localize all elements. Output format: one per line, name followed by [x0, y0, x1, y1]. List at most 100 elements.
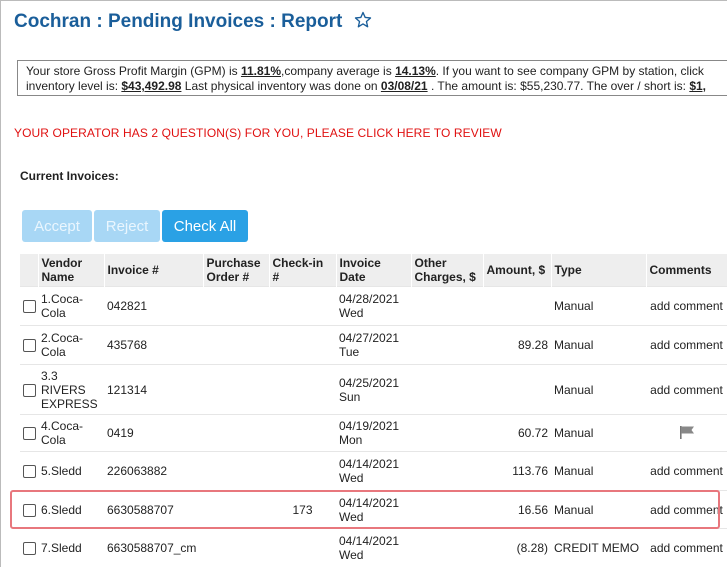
add-comment-link[interactable]: add comment: [646, 364, 727, 415]
table-header-row: Vendor Name Invoice # Purchase Order # C…: [20, 254, 727, 287]
table-row: 5.Sledd 226063882 04/14/2021 Wed 113.76 M…: [20, 451, 727, 491]
po-cell: [203, 528, 269, 567]
amount-cell: [483, 364, 551, 415]
table-row: 7.Sledd 6630588707_cm 04/14/2021 Wed (8.2…: [20, 528, 727, 567]
date-cell: 04/14/2021 Wed: [336, 528, 411, 567]
row-checkbox[interactable]: [23, 465, 36, 479]
store-gpm-link[interactable]: 11.81%: [241, 64, 281, 78]
gpm-text: . If you want to see company GPM by stat…: [435, 64, 704, 78]
vendor-cell: 3.3 RIVERS EXPRESS: [38, 364, 104, 415]
type-cell: Manual: [551, 414, 646, 452]
type-cell: Manual: [551, 364, 646, 415]
checkin-cell: [269, 528, 336, 567]
po-cell: [203, 286, 269, 326]
inventory-level-link[interactable]: $43,492.98: [121, 79, 181, 93]
vendor-cell: 5.Sledd: [38, 451, 104, 491]
type-cell: Manual: [551, 451, 646, 491]
star-icon[interactable]: [354, 11, 372, 35]
vendor-cell: 1.Coca-Cola: [38, 286, 104, 326]
add-comment-link[interactable]: add comment: [646, 325, 727, 365]
other-charges-cell: [411, 364, 483, 415]
amount-cell: 113.76: [483, 451, 551, 491]
row-checkbox[interactable]: [23, 339, 36, 353]
date-value: 04/27/2021: [339, 331, 400, 345]
amount-cell: 89.28: [483, 325, 551, 365]
date-cell: 04/19/2021 Mon: [336, 414, 411, 452]
invoice-link[interactable]: 121314: [104, 364, 203, 415]
day-value: Wed: [339, 306, 364, 320]
gpm-text: Your store Gross Profit Margin (GPM) is: [26, 64, 241, 78]
row-checkbox[interactable]: [23, 541, 36, 555]
date-value: 04/14/2021: [339, 457, 400, 471]
other-charges-cell: [411, 451, 483, 491]
date-cell: 04/28/2021 Wed: [336, 286, 411, 326]
header-invoice-date[interactable]: Invoice Date: [336, 254, 412, 287]
other-charges-cell: [411, 325, 483, 365]
check-all-button[interactable]: Check All: [162, 210, 248, 242]
page-title-text: Cochran : Pending Invoices : Report: [14, 11, 343, 32]
gpm-line-2: inventory level is: $43,492.98 Last phys…: [26, 79, 727, 94]
header-comments: Comments: [646, 254, 727, 287]
date-value: 04/19/2021: [339, 419, 400, 433]
day-value: Mon: [339, 433, 363, 447]
header-other-charges[interactable]: Other Charges, $: [411, 254, 484, 287]
vendor-cell: 2.Coca-Cola: [38, 325, 104, 365]
date-value: 04/25/2021: [339, 375, 400, 390]
checkin-cell: [269, 414, 336, 452]
invoice-link[interactable]: 6630588707_cm: [104, 528, 203, 567]
accept-button[interactable]: Accept: [22, 210, 92, 242]
header-checkin[interactable]: Check-in #: [269, 254, 337, 287]
physical-inventory-date-link[interactable]: 03/08/21: [381, 79, 428, 93]
header-invoice[interactable]: Invoice #: [104, 254, 204, 287]
type-cell: Manual: [551, 286, 646, 326]
header-amount[interactable]: Amount, $: [483, 254, 552, 287]
table-row: 2.Coca-Cola 435768 04/27/2021 Tue 89.28 M…: [20, 325, 727, 365]
page-title: Cochran : Pending Invoices : Report: [14, 11, 372, 35]
invoice-link[interactable]: 042821: [104, 286, 203, 326]
gpm-text: . The amount is: $55,230.77. The over / …: [427, 79, 690, 93]
po-cell: [203, 451, 269, 491]
company-gpm-link[interactable]: 14.13%: [395, 64, 436, 78]
row-highlight-box: [10, 490, 720, 529]
add-comment-link[interactable]: add comment: [646, 286, 727, 326]
checkin-cell: [269, 451, 336, 491]
po-cell: [203, 325, 269, 365]
po-cell: [203, 414, 269, 452]
other-charges-cell: [411, 414, 483, 452]
add-comment-link[interactable]: add comment: [646, 528, 727, 567]
po-cell: [203, 364, 269, 415]
invoice-link[interactable]: 435768: [104, 325, 203, 365]
comment-cell: [646, 414, 727, 452]
checkin-cell: [269, 286, 336, 326]
gpm-info-box: Your store Gross Profit Margin (GPM) is …: [17, 60, 727, 96]
reject-button[interactable]: Reject: [94, 210, 160, 242]
gpm-line-1: Your store Gross Profit Margin (GPM) is …: [26, 64, 727, 79]
amount-cell: (8.28): [483, 528, 551, 567]
add-comment-link[interactable]: add comment: [646, 451, 727, 491]
header-select: [20, 254, 39, 287]
header-vendor-name[interactable]: Vendor Name: [38, 254, 105, 287]
over-short-link[interactable]: $1,: [689, 79, 706, 93]
date-value: 04/14/2021: [339, 533, 400, 548]
row-checkbox[interactable]: [23, 427, 36, 441]
other-charges-cell: [411, 528, 483, 567]
day-value: Sun: [339, 389, 361, 404]
invoice-link[interactable]: 226063882: [104, 451, 203, 491]
date-cell: 04/14/2021 Wed: [336, 451, 411, 491]
vendor-cell: 4.Coca-Cola: [38, 414, 104, 452]
gpm-text: Last physical inventory was done on: [181, 79, 381, 93]
header-purchase-order[interactable]: Purchase Order #: [203, 254, 270, 287]
row-checkbox[interactable]: [23, 383, 36, 397]
day-value: Wed: [339, 471, 364, 485]
table-row: 3.3 RIVERS EXPRESS 121314 04/25/2021 Sun …: [20, 364, 727, 415]
header-type[interactable]: Type: [551, 254, 647, 287]
day-value: Tue: [339, 345, 360, 359]
other-charges-cell: [411, 286, 483, 326]
operator-questions-link[interactable]: YOUR OPERATOR HAS 2 QUESTION(S) FOR YOU,…: [14, 126, 502, 140]
flag-icon[interactable]: [678, 425, 696, 442]
table-row: 4.Coca-Cola 0419 04/19/2021 Mon 60.72 Man…: [20, 414, 727, 452]
row-checkbox[interactable]: [23, 300, 36, 314]
date-value: 04/28/2021: [339, 292, 400, 306]
invoice-link[interactable]: 0419: [104, 414, 203, 452]
gpm-text: ,company average is: [281, 64, 396, 78]
